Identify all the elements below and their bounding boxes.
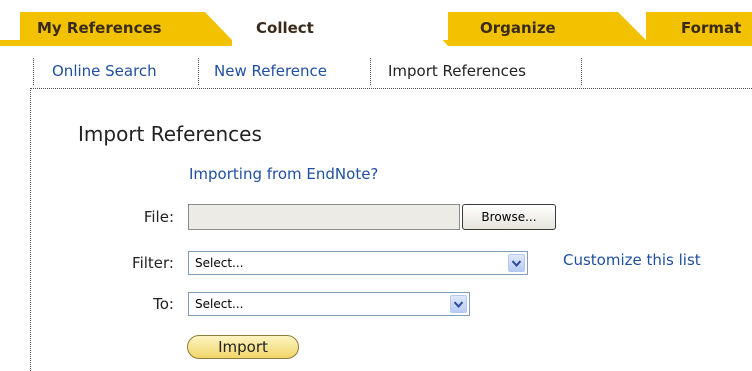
browse-button[interactable]: Browse... (462, 204, 556, 230)
filter-select[interactable]: Select... (188, 251, 528, 275)
filter-label: Filter: (132, 254, 174, 272)
chevron-down-icon[interactable] (508, 254, 525, 272)
subnav-import-references: Import References (388, 62, 526, 80)
chevron-down-icon[interactable] (450, 295, 467, 313)
to-label: To: (153, 295, 174, 313)
tab-collect[interactable]: Collect (256, 19, 314, 37)
subnav-online-search[interactable]: Online Search (52, 55, 157, 87)
import-button[interactable]: Import (187, 335, 299, 359)
subnav-separator (33, 58, 34, 85)
tab-format[interactable]: Format (681, 19, 741, 37)
tab-my-references[interactable]: My References (37, 19, 162, 37)
subnav-separator (581, 58, 582, 85)
tab-bar: My References Collect Organize Format (0, 0, 752, 46)
page-title: Import References (78, 122, 262, 146)
content-border (30, 88, 31, 371)
content-border (30, 88, 752, 89)
filter-select-value: Select... (195, 256, 244, 270)
to-select-value: Select... (195, 297, 244, 311)
file-label: File: (143, 208, 174, 226)
customize-list-link[interactable]: Customize this list (563, 251, 701, 269)
tab-organize[interactable]: Organize (480, 19, 556, 37)
subnav-separator (198, 58, 199, 85)
file-path-field[interactable] (188, 204, 460, 230)
subnav-new-reference[interactable]: New Reference (214, 55, 327, 87)
endnote-import-link[interactable]: Importing from EndNote? (189, 165, 378, 183)
subnav-separator (370, 58, 371, 85)
to-select[interactable]: Select... (188, 292, 470, 316)
